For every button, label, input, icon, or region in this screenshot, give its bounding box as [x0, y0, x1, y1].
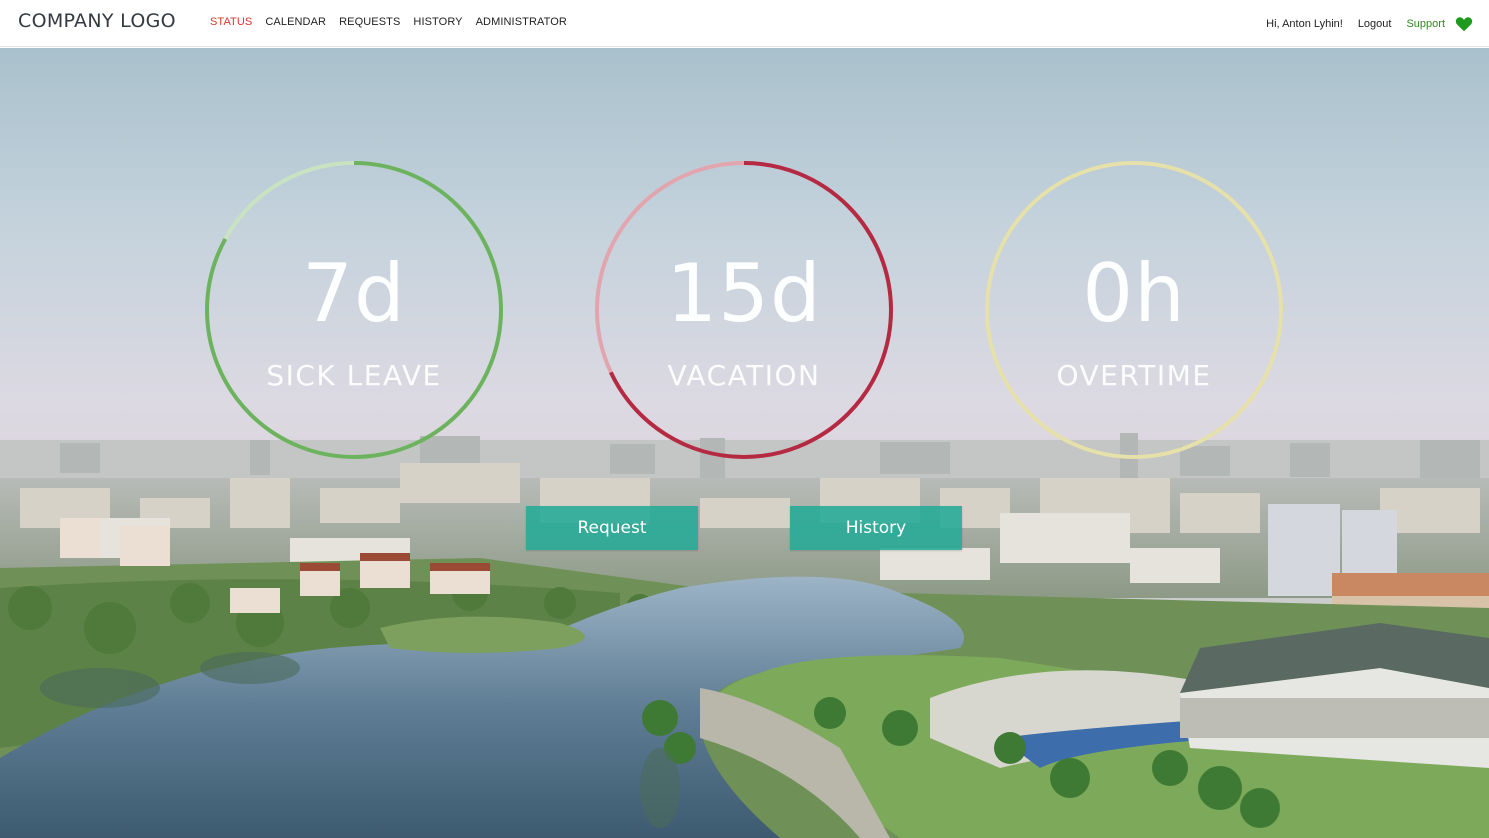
overtime-gauge: 0h OVERTIME: [984, 160, 1284, 460]
nav-history[interactable]: HISTORY: [413, 16, 462, 28]
request-button[interactable]: Request: [526, 506, 698, 550]
vacation-value: 15d: [666, 247, 822, 340]
sick-leave-label: SICK LEAVE: [266, 359, 442, 392]
nav-administrator[interactable]: ADMINISTRATOR: [476, 16, 567, 28]
hero-section: 7d SICK LEAVE 15d VACATION 0h OVERTIME R…: [0, 48, 1489, 838]
nav-calendar[interactable]: CALENDAR: [265, 16, 326, 28]
user-greeting: Hi, Anton Lyhin!: [1266, 18, 1343, 30]
logout-link[interactable]: Logout: [1358, 18, 1392, 30]
main-nav: STATUS CALENDAR REQUESTS HISTORY ADMINIS…: [210, 16, 580, 28]
sick-leave-gauge: 7d SICK LEAVE: [204, 160, 504, 460]
history-button[interactable]: History: [790, 506, 962, 550]
overtime-label: OVERTIME: [1056, 359, 1212, 392]
vacation-gauge: 15d VACATION: [594, 160, 894, 460]
vacation-label: VACATION: [667, 359, 821, 392]
overtime-value: 0h: [1082, 247, 1186, 340]
top-navigation-bar: COMPANY LOGO STATUS CALENDAR REQUESTS HI…: [0, 0, 1489, 47]
support-link[interactable]: Support: [1406, 18, 1445, 30]
user-area: Hi, Anton Lyhin! Logout Support: [1266, 15, 1489, 33]
nav-requests[interactable]: REQUESTS: [339, 16, 400, 28]
nav-status[interactable]: STATUS: [210, 16, 252, 28]
sick-leave-value: 7d: [302, 247, 406, 340]
heart-icon[interactable]: [1455, 16, 1473, 32]
company-logo[interactable]: COMPANY LOGO: [18, 10, 176, 32]
